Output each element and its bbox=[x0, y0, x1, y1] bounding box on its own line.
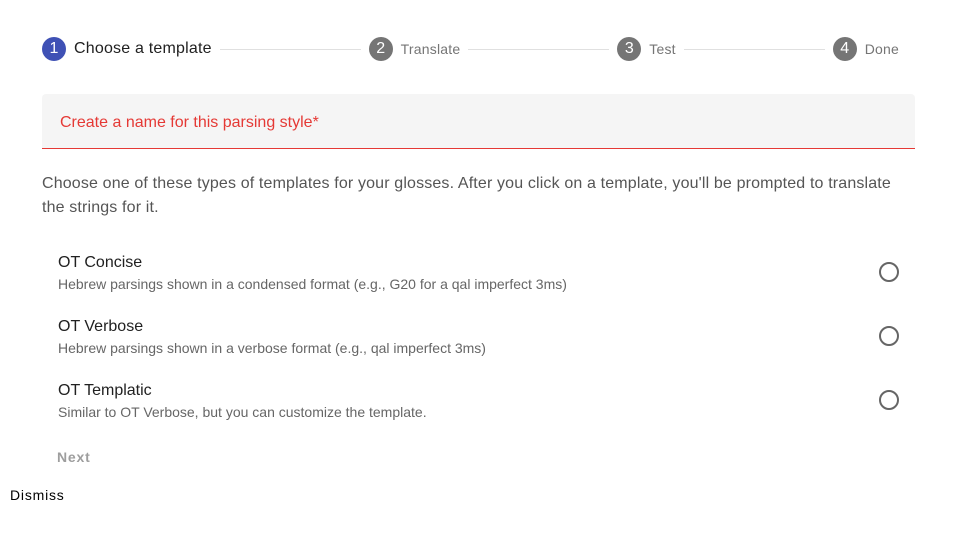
template-title: OT Templatic bbox=[58, 382, 152, 399]
template-description: Hebrew parsings shown in a condensed for… bbox=[58, 276, 567, 292]
step-number-3: 3 bbox=[617, 37, 642, 61]
step-label-choose-template: Choose a template bbox=[74, 40, 212, 57]
radio-button[interactable] bbox=[879, 326, 899, 346]
template-option-ot-concise[interactable]: OT Concise Hebrew parsings shown in a co… bbox=[42, 240, 915, 304]
parsing-style-name-field bbox=[42, 94, 915, 149]
template-option-ot-verbose[interactable]: OT Verbose Hebrew parsings shown in a ve… bbox=[42, 304, 915, 368]
step-test[interactable]: 3 Test bbox=[617, 37, 676, 61]
template-list: OT Concise Hebrew parsings shown in a co… bbox=[42, 240, 915, 432]
instructions-text: Choose one of these types of templates f… bbox=[42, 175, 891, 216]
step-label-translate: Translate bbox=[400, 41, 461, 57]
step-choose-template[interactable]: 1 Choose a template bbox=[42, 37, 212, 61]
step-connector bbox=[683, 48, 825, 50]
template-title: OT Concise bbox=[58, 254, 143, 271]
template-description: Similar to OT Verbose, but you can custo… bbox=[58, 404, 427, 420]
step-translate[interactable]: 2 Translate bbox=[368, 37, 461, 61]
step-done[interactable]: 4 Done bbox=[832, 37, 899, 61]
radio-button[interactable] bbox=[879, 390, 899, 410]
step-number-1: 1 bbox=[42, 37, 66, 61]
template-option-ot-templatic[interactable]: OT Templatic Similar to OT Verbose, but … bbox=[42, 368, 915, 432]
stepper: 1 Choose a template 2 Translate 3 Test 4… bbox=[42, 37, 899, 61]
step-number-2: 2 bbox=[368, 37, 393, 61]
radio-button[interactable] bbox=[879, 262, 899, 282]
step-connector bbox=[468, 48, 610, 50]
next-button[interactable]: Next bbox=[42, 444, 106, 470]
step-number-4: 4 bbox=[832, 37, 857, 61]
step-label-test: Test bbox=[649, 41, 676, 57]
template-description: Hebrew parsings shown in a verbose forma… bbox=[58, 340, 486, 356]
parsing-style-name-input[interactable] bbox=[58, 110, 902, 136]
dismiss-button[interactable]: Dismiss bbox=[0, 484, 75, 506]
step-connector bbox=[219, 48, 361, 50]
template-title: OT Verbose bbox=[58, 318, 144, 335]
step-label-done: Done bbox=[864, 41, 899, 57]
